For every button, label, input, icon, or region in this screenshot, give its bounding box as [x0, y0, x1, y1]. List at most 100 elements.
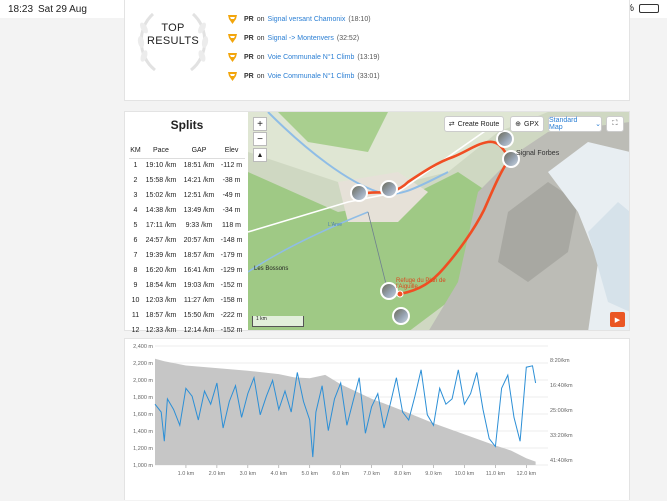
segment-link[interactable]: Voie Communale N°1 Climb: [268, 73, 355, 80]
split-row: 6 24:57 /km 20:57 /km -148 m: [129, 233, 245, 248]
gpx-button[interactable]: ⊕ GPX: [510, 116, 544, 132]
y-tick-label: 1,000 m: [133, 463, 153, 469]
split-gap: 20:57 /km: [183, 237, 215, 244]
split-km: 10: [131, 297, 140, 304]
split-km: 11: [131, 312, 140, 319]
split-pace: 14:38 /km: [145, 207, 177, 214]
header-km: KM: [129, 143, 142, 159]
splits-title: Splits: [170, 118, 204, 132]
split-elev: -38 m: [222, 177, 241, 184]
fullscreen-icon: ⛶: [612, 120, 618, 127]
split-elev: -158 m: [220, 297, 243, 304]
x-tick-label: 6.0 km: [332, 471, 349, 477]
split-row: 4 14:38 /km 13:49 /km -34 m: [129, 203, 245, 218]
split-km: 8: [133, 267, 138, 274]
x-tick-label: 7.0 km: [363, 471, 380, 477]
y2-tick-label: 25:00/km: [550, 408, 573, 414]
y-tick-label: 1,800 m: [133, 395, 153, 401]
split-km: 4: [133, 207, 138, 214]
segment-link[interactable]: Signal versant Chamonix: [268, 16, 346, 23]
fullscreen-button[interactable]: ⛶: [606, 116, 624, 132]
x-tick-label: 9.0 km: [425, 471, 442, 477]
y2-tick-label: 33:20/km: [550, 433, 573, 439]
split-row: 8 16:20 /km 16:41 /km -129 m: [129, 263, 245, 278]
split-km: 6: [133, 237, 138, 244]
status-time: 18:23: [8, 4, 34, 15]
y-tick-label: 2,400 m: [133, 344, 153, 350]
x-tick-label: 1.0 km: [178, 471, 195, 477]
header-pace: Pace: [141, 143, 180, 159]
split-elev: 118 m: [222, 222, 241, 229]
splits-panel: Splits KM Pace GAP Elev 1 19:10 /km 18:51 …: [124, 111, 248, 334]
map-label-arve: L'Arve: [328, 222, 343, 228]
split-gap: 14:21 /km: [183, 177, 215, 184]
split-gap: 15:50 /km: [183, 312, 215, 319]
split-row: 1 19:10 /km 18:51 /km -112 m: [129, 158, 245, 173]
create-route-button[interactable]: ⇄ Create Route: [444, 116, 504, 132]
x-tick-label: 11.0 km: [486, 471, 506, 477]
zoom-in-button[interactable]: +: [253, 117, 267, 131]
map-scale-bar: 1 km: [252, 316, 304, 327]
split-pace: 18:57 /km: [145, 312, 177, 319]
map-photo-2[interactable]: [380, 180, 398, 198]
split-row: 3 15:02 /km 12:51 /km -49 m: [129, 188, 245, 203]
pr-item: PR on Voie Communale N°1 Climb (33:01): [227, 67, 380, 86]
map-photo-3[interactable]: [496, 130, 514, 148]
split-km: 9: [133, 282, 138, 289]
top-results-card: TOP RESULTS PR on Signal versant Chamonix(…: [124, 0, 630, 101]
map-photo-6[interactable]: [392, 307, 410, 325]
split-gap: 12:14 /km: [183, 327, 215, 334]
splits-header-row: KM Pace GAP Elev: [129, 143, 245, 159]
x-tick-label: 3.0 km: [240, 471, 257, 477]
route-map[interactable]: Signal Forbes Refuge du Plan de l'Aiguil…: [248, 111, 630, 331]
chart-svg: 2,400 m 2,200 m 2,000 m 1,800 m 1,600 m 1,400…: [133, 344, 573, 477]
split-gap: 16:41 /km: [183, 267, 215, 274]
split-km: 7: [133, 252, 138, 259]
x-tick-label: 5.0 km: [301, 471, 318, 477]
route-icon: ⇄: [448, 121, 455, 128]
split-pace: 19:10 /km: [145, 162, 177, 170]
pr-medal-icon: [228, 53, 237, 62]
zoom-out-button[interactable]: −: [253, 132, 267, 146]
x-tick-label: 8.0 km: [394, 471, 411, 477]
pr-item: PR on Signal versant Chamonix (18:10): [227, 10, 380, 29]
x-tick-label: 4.0 km: [271, 471, 288, 477]
segment-link[interactable]: Signal -> Montenvers: [268, 35, 334, 42]
pr-medal-icon: [228, 34, 237, 43]
pr-medal-icon: [228, 15, 237, 24]
split-km: 5: [133, 222, 138, 229]
split-row: 10 12:03 /km 11:27 /km -158 m: [129, 293, 245, 308]
split-row: 12 12:33 /km 12:14 /km -152 m: [129, 323, 245, 338]
split-km: 2: [133, 177, 138, 184]
header-elev: Elev: [218, 143, 245, 159]
map-photo-1[interactable]: [350, 184, 368, 202]
compass-icon[interactable]: ▲: [253, 148, 267, 162]
x-tick-label: 10.0 km: [455, 471, 475, 477]
split-elev: -34 m: [222, 207, 241, 214]
gpx-icon: ⊕: [515, 121, 522, 128]
play-icon: ▶: [614, 316, 621, 324]
status-date: Sat 29 Aug: [38, 4, 87, 15]
split-gap: 12:51 /km: [183, 192, 215, 199]
segment-link[interactable]: Voie Communale N°1 Climb: [268, 54, 355, 61]
y2-tick-label: 8:20/km: [550, 358, 570, 364]
split-km: 3: [133, 192, 138, 199]
split-elev: -152 m: [220, 282, 243, 289]
split-elev: -129 m: [220, 267, 243, 274]
split-elev: -152 m: [220, 327, 243, 334]
y-tick-label: 2,200 m: [133, 361, 153, 367]
split-gap: 18:57 /km: [183, 252, 215, 259]
elevation-pace-chart: 2,400 m 2,200 m 2,000 m 1,800 m 1,600 m 1,400…: [124, 338, 630, 500]
map-label-bossons: Les Bossons: [254, 266, 289, 272]
split-gap: 19:03 /km: [183, 282, 215, 289]
map-type-dropdown[interactable]: Standard Map ⌄: [548, 116, 602, 132]
split-pace: 16:20 /km: [145, 267, 177, 274]
y-tick-label: 1,400 m: [133, 429, 153, 435]
split-pace: 15:02 /km: [145, 192, 177, 199]
map-canvas[interactable]: [248, 112, 630, 331]
flyover-play-button[interactable]: ▶: [610, 312, 625, 327]
split-row: 7 19:39 /km 18:57 /km -179 m: [129, 248, 245, 263]
split-row: 2 15:58 /km 14:21 /km -38 m: [129, 173, 245, 188]
header-gap: GAP: [180, 143, 219, 159]
x-tick-label: 2.0 km: [209, 471, 226, 477]
